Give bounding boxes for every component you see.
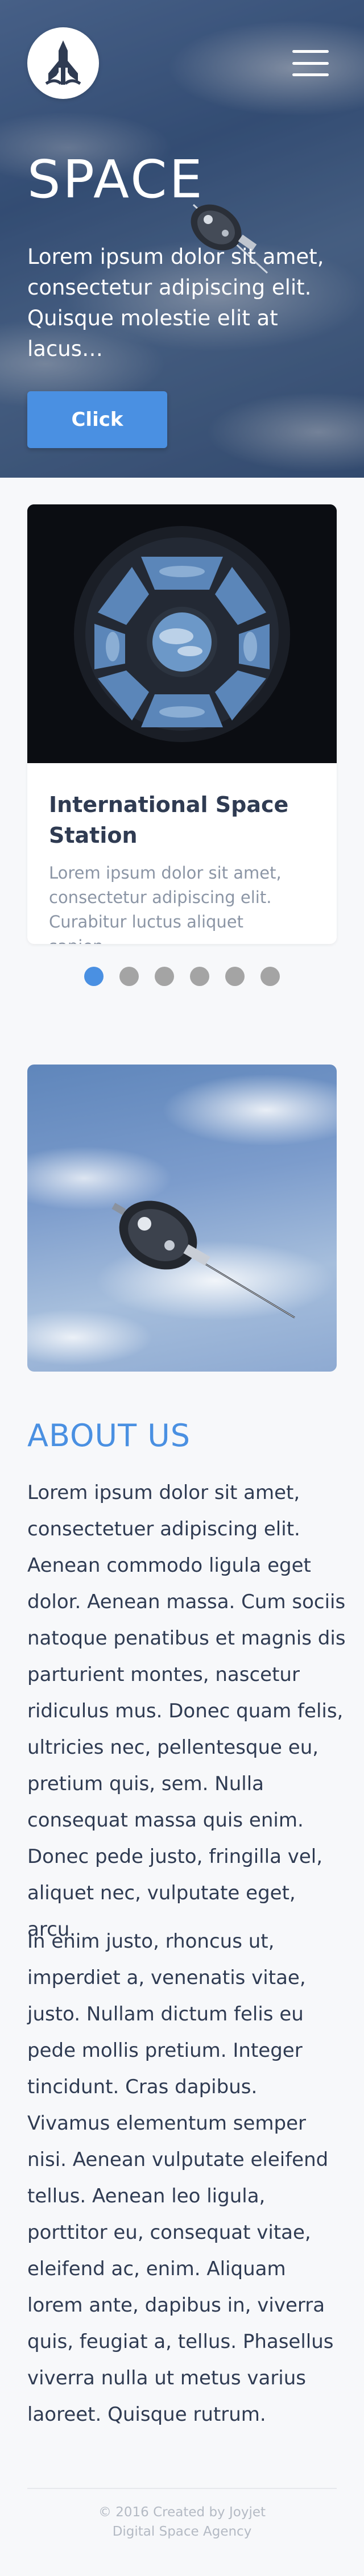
hero-section: SPACE Lorem ipsum dolor sit amet, consec…	[0, 0, 364, 478]
menu-line	[292, 61, 329, 65]
hamburger-icon[interactable]	[292, 50, 329, 76]
logo[interactable]	[27, 27, 99, 99]
rocket-icon	[45, 40, 81, 85]
hero-title: SPACE	[27, 149, 205, 210]
iss-window-image	[27, 504, 337, 763]
satellite-photo	[27, 1065, 337, 1372]
satellite-image	[111, 1200, 295, 1319]
hero-cta-button[interactable]: Click	[27, 391, 167, 448]
about-paragraph: In enim justo, rhoncus ut, imperdiet a, …	[27, 1930, 334, 2426]
card-title: International Space Station	[49, 792, 289, 848]
menu-line	[292, 73, 329, 76]
about-paragraph: Lorem ipsum dolor sit amet, consectetuer…	[27, 1481, 346, 1941]
card-image	[27, 504, 337, 763]
carousel-dot[interactable]	[190, 967, 209, 986]
about-title: ABOUT US	[27, 1418, 191, 1453]
card-body: International Space Station Lorem ipsum …	[27, 763, 337, 944]
footer-agency: Digital Space Agency	[112, 2524, 252, 2539]
carousel-dots	[0, 967, 364, 986]
menu-line	[292, 50, 329, 53]
hero-text: Lorem ipsum dolor sit amet, consectetur …	[27, 245, 324, 361]
carousel-dot[interactable]	[84, 967, 104, 986]
carousel-dot[interactable]	[119, 967, 139, 986]
footer: © 2016 Created by Joyjet Digital Space A…	[27, 2488, 337, 2541]
carousel-dot[interactable]	[155, 967, 174, 986]
carousel-card[interactable]: International Space Station Lorem ipsum …	[27, 504, 337, 944]
carousel-dot[interactable]	[260, 967, 280, 986]
carousel-dot[interactable]	[225, 967, 245, 986]
card-text: Lorem ipsum dolor sit amet, consectetur …	[49, 863, 282, 944]
footer-credit: © 2016 Created by Joyjet	[98, 2505, 266, 2520]
